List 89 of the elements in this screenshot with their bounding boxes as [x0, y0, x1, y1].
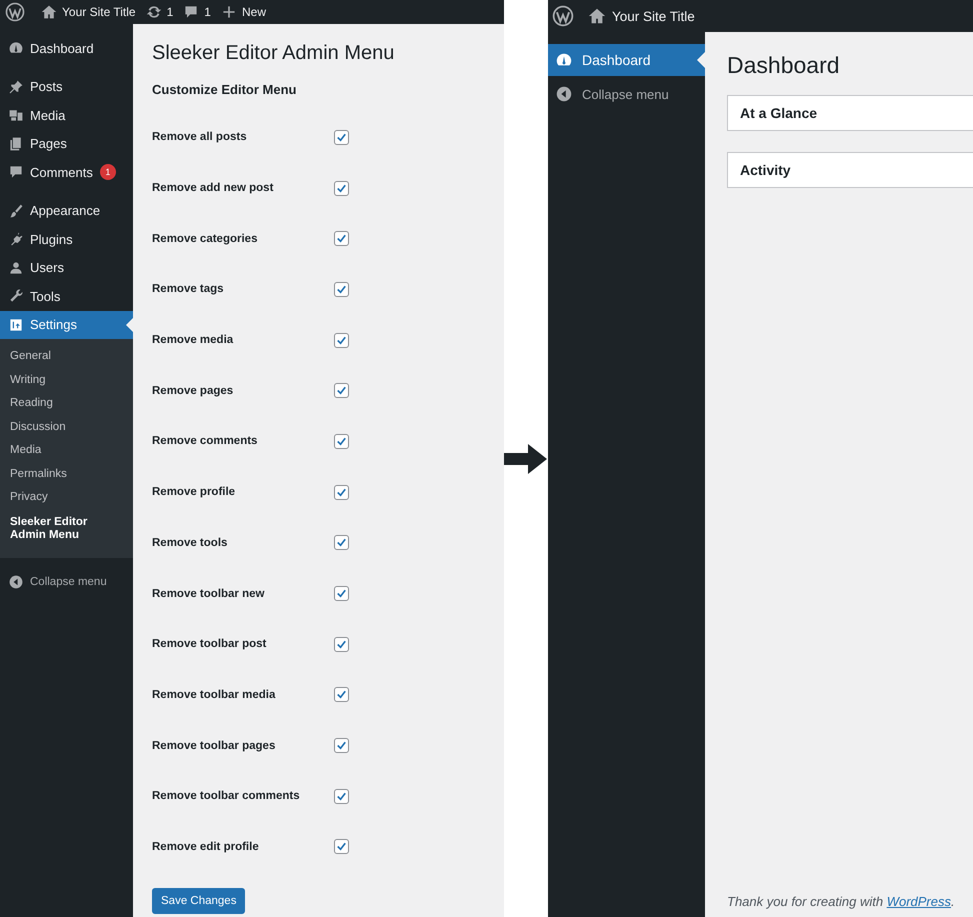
option-label: Remove pages — [152, 384, 234, 397]
check-icon — [335, 587, 348, 600]
option-label: Remove profile — [152, 486, 236, 498]
check-icon — [335, 739, 348, 752]
option-label: Remove edit profile — [152, 840, 260, 853]
comments-link[interactable]: 1 — [183, 4, 211, 20]
site-title-link[interactable]: Your Site Title — [41, 4, 136, 20]
checkbox[interactable] — [334, 180, 349, 196]
option-label: Remove comments — [152, 435, 258, 448]
check-icon — [335, 688, 348, 702]
collapse-icon — [555, 85, 573, 103]
save-changes-button[interactable]: Save Changes — [152, 888, 246, 914]
submenu-item[interactable]: Privacy — [0, 486, 133, 510]
menu-item[interactable]: Users — [0, 254, 133, 282]
pin-icon — [8, 78, 24, 95]
option-label: Remove tools — [152, 536, 228, 549]
option-label: Remove toolbar new — [152, 588, 266, 600]
option-label: Remove tags — [152, 283, 225, 296]
checkbox[interactable] — [334, 383, 349, 398]
menu-item[interactable]: Tools — [0, 282, 133, 310]
checkbox[interactable] — [334, 788, 349, 804]
wrench-icon — [8, 288, 24, 304]
brush-icon — [8, 202, 24, 219]
option-label: Remove toolbar post — [152, 638, 268, 650]
menu-item[interactable]: Media — [0, 101, 133, 130]
collapse-menu-button[interactable]: Collapse menu — [0, 568, 133, 596]
menu-item[interactable]: Appearance — [0, 196, 133, 225]
check-icon — [335, 536, 348, 550]
collapse-icon — [8, 574, 24, 590]
checkbox[interactable] — [334, 130, 349, 145]
menu-item[interactable]: Comments 1 — [0, 158, 133, 186]
page-title: Sleeker Editor Admin Menu — [152, 41, 396, 66]
submenu-item[interactable]: General — [0, 345, 133, 368]
wordpress-logo-icon[interactable] — [5, 2, 25, 22]
checkbox[interactable] — [334, 231, 349, 246]
option-label: Remove media — [152, 334, 234, 346]
new-link[interactable]: New — [220, 4, 266, 20]
menu-item[interactable]: Settings — [0, 310, 133, 339]
submenu-item[interactable]: Discussion — [0, 416, 133, 439]
checkbox[interactable] — [334, 586, 349, 602]
submenu-item[interactable]: Permalinks — [0, 462, 133, 486]
home-icon — [41, 4, 57, 20]
refresh-icon — [146, 4, 162, 20]
collapse-menu-button[interactable]: Collapse menu — [548, 78, 705, 110]
menu-item[interactable]: Dashboard — [548, 44, 705, 76]
submenu-item[interactable]: Media — [0, 439, 133, 462]
wordpress-logo-icon[interactable] — [552, 5, 574, 27]
option-label: Remove all posts — [152, 131, 248, 144]
checkbox[interactable] — [334, 282, 349, 297]
option-label: Remove toolbar pages — [152, 740, 276, 752]
comment-icon — [8, 164, 24, 180]
check-icon — [335, 840, 348, 854]
checkbox[interactable] — [334, 332, 349, 348]
comment-icon — [183, 4, 200, 20]
section-title: Customize Editor Menu — [152, 82, 298, 98]
checkbox[interactable] — [334, 636, 349, 652]
option-label: Remove toolbar media — [152, 688, 276, 701]
checkbox[interactable] — [334, 434, 349, 449]
menu-item[interactable]: Pages — [0, 130, 133, 158]
option-label: Remove categories — [152, 232, 258, 245]
settings-icon — [8, 316, 24, 333]
plus-icon — [220, 4, 237, 20]
dashboard-panel[interactable]: At a Glance — [727, 95, 973, 131]
media-icon — [8, 107, 24, 124]
checkbox[interactable] — [334, 687, 349, 702]
checkbox[interactable] — [334, 484, 349, 500]
checkbox[interactable] — [334, 839, 349, 854]
checkbox[interactable] — [334, 738, 349, 754]
count-badge: 1 — [100, 164, 116, 180]
option-label: Remove add new post — [152, 182, 274, 194]
check-icon — [335, 384, 348, 398]
user-icon — [8, 260, 24, 276]
page-title: Dashboard — [727, 51, 841, 80]
option-label: Remove toolbar comments — [152, 790, 301, 802]
footer-text: Thank you for creating with WordPress. — [727, 894, 956, 909]
home-icon — [588, 7, 606, 25]
site-title-link[interactable]: Your Site Title — [588, 7, 695, 25]
menu-item[interactable]: Dashboard — [0, 34, 133, 62]
submenu-item[interactable]: Reading — [0, 392, 133, 416]
menu-item[interactable]: Plugins — [0, 225, 133, 254]
submenu-item[interactable]: Sleeker Editor Admin Menu — [0, 510, 133, 548]
submenu-item[interactable]: Writing — [0, 368, 133, 392]
checkbox[interactable] — [334, 535, 349, 550]
dashboard-panel[interactable]: Activity — [727, 152, 973, 188]
wordpress-link[interactable]: WordPress — [886, 894, 951, 909]
check-icon — [335, 232, 348, 246]
updates-link[interactable]: 1 — [146, 4, 174, 20]
pages-icon — [8, 136, 24, 152]
menu-item[interactable]: Posts — [0, 72, 133, 101]
